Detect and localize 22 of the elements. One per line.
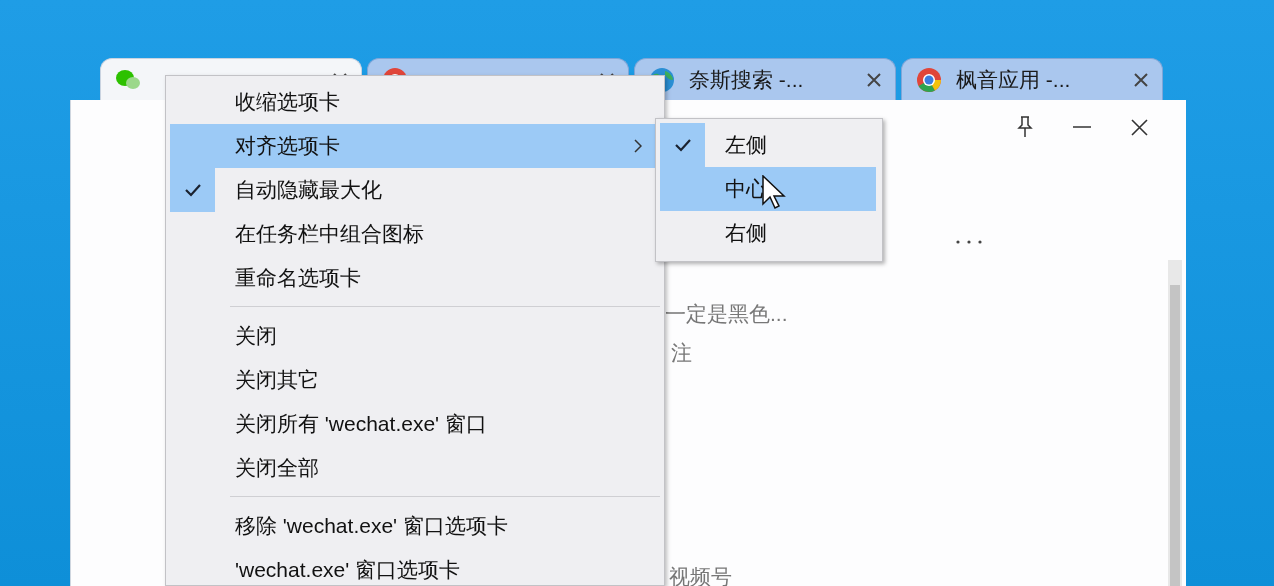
menu-item[interactable]: 关闭 bbox=[170, 314, 660, 358]
close-icon[interactable] bbox=[1134, 72, 1148, 87]
browser-tab[interactable]: 枫音应用 -... bbox=[901, 58, 1163, 100]
menu-item[interactable]: 重命名选项卡 bbox=[170, 256, 660, 300]
content-text: 注 bbox=[671, 340, 692, 366]
close-icon[interactable] bbox=[867, 72, 881, 87]
cursor-icon bbox=[762, 175, 786, 211]
round-logo-icon bbox=[916, 66, 942, 93]
menu-item[interactable]: 右侧 bbox=[660, 211, 876, 255]
browser-tab[interactable]: 奈斯搜索 -... bbox=[634, 58, 896, 100]
menu-item[interactable]: 移除 'wechat.exe' 窗口选项卡 bbox=[170, 504, 660, 548]
menu-item[interactable]: 'wechat.exe' 窗口选项卡 bbox=[170, 548, 660, 585]
close-icon[interactable] bbox=[1131, 118, 1148, 136]
pin-icon[interactable] bbox=[1017, 116, 1033, 138]
menu-item[interactable]: 左侧 bbox=[660, 123, 876, 167]
chat-bubble-icon bbox=[115, 67, 141, 92]
menu-item[interactable]: 关闭其它 bbox=[170, 358, 660, 402]
content-text: 一定是黑色... bbox=[665, 301, 788, 327]
menu-item[interactable]: 关闭全部 bbox=[170, 446, 660, 490]
scrollbar[interactable] bbox=[1168, 260, 1182, 586]
menu-item[interactable]: 关闭所有 'wechat.exe' 窗口 bbox=[170, 402, 660, 446]
more-icon[interactable] bbox=[956, 240, 982, 244]
